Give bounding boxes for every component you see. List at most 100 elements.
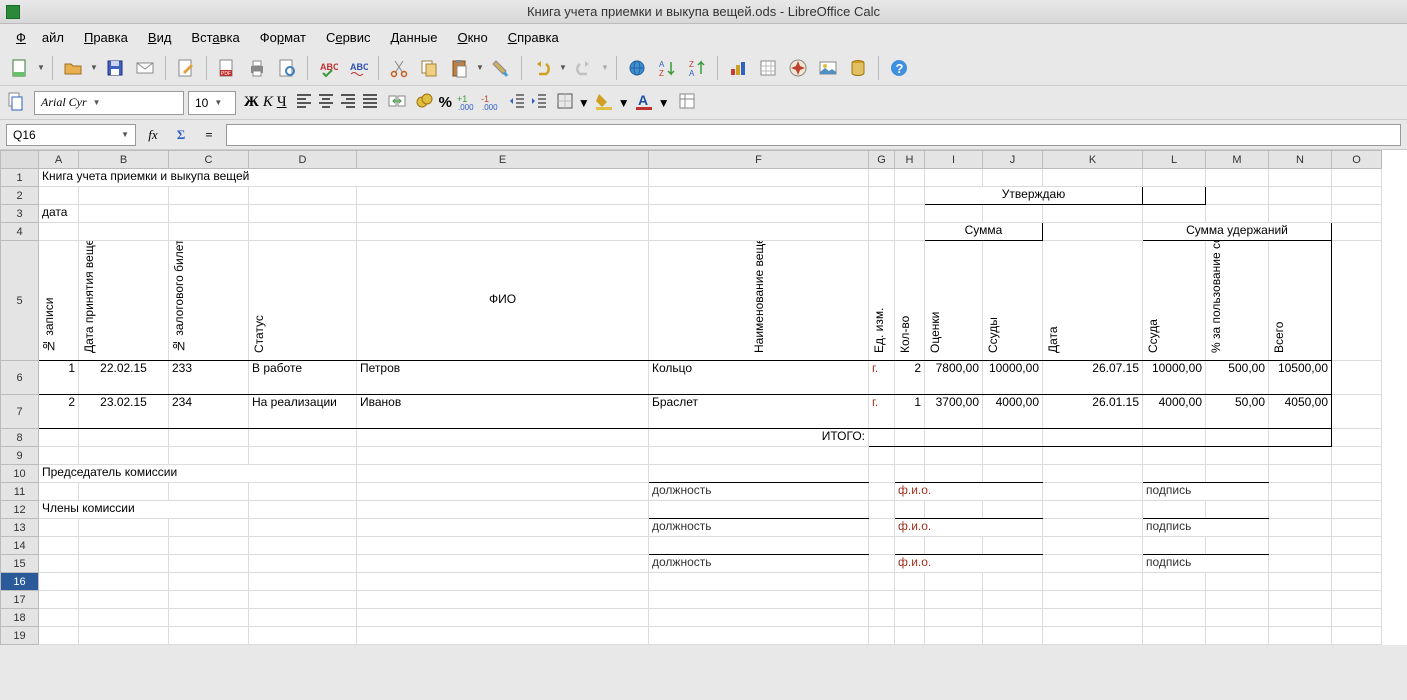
- menu-window[interactable]: Окно: [449, 27, 495, 48]
- cell[interactable]: должность: [649, 555, 869, 573]
- cell[interactable]: ФИО: [357, 241, 649, 361]
- cell[interactable]: ф.и.о.: [895, 555, 1043, 573]
- col-header[interactable]: A: [39, 151, 79, 169]
- align-center-button[interactable]: [317, 92, 335, 113]
- cell[interactable]: подпись: [1143, 519, 1269, 537]
- row-header[interactable]: 16: [1, 573, 39, 591]
- print-button[interactable]: [243, 54, 271, 82]
- row-header[interactable]: 14: [1, 537, 39, 555]
- row-header[interactable]: 11: [1, 483, 39, 501]
- cell[interactable]: должность: [649, 519, 869, 537]
- cell[interactable]: Браслет: [649, 395, 869, 429]
- cell[interactable]: № залогового билета: [172, 241, 186, 353]
- undo-button[interactable]: [528, 54, 556, 82]
- row-header[interactable]: 12: [1, 501, 39, 519]
- col-header[interactable]: K: [1043, 151, 1143, 169]
- styles-button[interactable]: [6, 91, 26, 114]
- borders-dropdown[interactable]: ▼: [578, 96, 590, 110]
- cell[interactable]: Сумма удержаний: [1143, 223, 1332, 241]
- row-header[interactable]: 5: [1, 241, 39, 361]
- decrease-indent-button[interactable]: [508, 92, 526, 113]
- col-header[interactable]: M: [1206, 151, 1269, 169]
- col-header[interactable]: C: [169, 151, 249, 169]
- row-header[interactable]: 7: [1, 395, 39, 429]
- datasources-button[interactable]: [844, 54, 872, 82]
- add-decimal-button[interactable]: +1.000: [456, 91, 476, 114]
- row-header[interactable]: 9: [1, 447, 39, 465]
- col-header[interactable]: J: [983, 151, 1043, 169]
- cell[interactable]: В работе: [249, 361, 357, 395]
- col-header[interactable]: B: [79, 151, 169, 169]
- open-dropdown[interactable]: ▼: [89, 63, 99, 72]
- cell[interactable]: Утверждаю: [925, 187, 1143, 205]
- new-doc-button[interactable]: [6, 54, 34, 82]
- col-header[interactable]: N: [1269, 151, 1332, 169]
- row-header[interactable]: 4: [1, 223, 39, 241]
- col-header[interactable]: H: [895, 151, 925, 169]
- row-header[interactable]: 10: [1, 465, 39, 483]
- cell[interactable]: Оценки: [928, 241, 942, 353]
- menu-help[interactable]: Справка: [500, 27, 567, 48]
- align-justify-button[interactable]: [361, 92, 379, 113]
- cell[interactable]: подпись: [1143, 483, 1269, 501]
- sum-button[interactable]: Σ: [170, 124, 192, 146]
- remove-decimal-button[interactable]: -1.000: [480, 91, 500, 114]
- print-preview-button[interactable]: [273, 54, 301, 82]
- col-header[interactable]: L: [1143, 151, 1206, 169]
- cell[interactable]: Председатель комиссии: [39, 465, 357, 483]
- row-header[interactable]: 15: [1, 555, 39, 573]
- row-header[interactable]: 6: [1, 361, 39, 395]
- save-button[interactable]: [101, 54, 129, 82]
- cell[interactable]: Дата: [1046, 241, 1060, 353]
- bold-button[interactable]: Ж: [244, 94, 259, 111]
- extra-button[interactable]: [678, 92, 696, 113]
- edit-doc-button[interactable]: [172, 54, 200, 82]
- autospell-button[interactable]: ABC: [344, 54, 372, 82]
- cell[interactable]: Дата принятия вещей под залог: [82, 241, 96, 353]
- paste-button[interactable]: [445, 54, 473, 82]
- cell[interactable]: Всего: [1272, 241, 1286, 353]
- col-header[interactable]: O: [1332, 151, 1382, 169]
- sort-asc-button[interactable]: AZ: [653, 54, 681, 82]
- cell[interactable]: Книга учета приемки и выкупа вещей: [39, 169, 649, 187]
- menu-insert[interactable]: Вставка: [183, 27, 247, 48]
- row-header[interactable]: 8: [1, 429, 39, 447]
- menu-tools[interactable]: Сервис: [318, 27, 379, 48]
- cell[interactable]: 3700,00: [925, 395, 983, 429]
- cell[interactable]: 234: [169, 395, 249, 429]
- cell[interactable]: 10000,00: [983, 361, 1043, 395]
- email-button[interactable]: [131, 54, 159, 82]
- fontcolor-dropdown[interactable]: ▼: [658, 96, 670, 110]
- menu-format[interactable]: Формат: [252, 27, 314, 48]
- cell[interactable]: Наименование вещей: [752, 241, 766, 353]
- menu-data[interactable]: Данные: [382, 27, 445, 48]
- row-header[interactable]: 1: [1, 169, 39, 187]
- row-header[interactable]: 2: [1, 187, 39, 205]
- increase-indent-button[interactable]: [530, 92, 548, 113]
- cell[interactable]: % за пользование ссудой: [1209, 241, 1223, 353]
- cell[interactable]: 2: [895, 361, 925, 395]
- cell[interactable]: Статус: [252, 241, 266, 353]
- show-grid-button[interactable]: [754, 54, 782, 82]
- select-all-corner[interactable]: [1, 151, 39, 169]
- cell[interactable]: 4050,00: [1269, 395, 1332, 429]
- sort-desc-button[interactable]: ZA: [683, 54, 711, 82]
- row-header[interactable]: 17: [1, 591, 39, 609]
- cell[interactable]: ф.и.о.: [895, 519, 1043, 537]
- col-header[interactable]: I: [925, 151, 983, 169]
- cell[interactable]: 26.01.15: [1043, 395, 1143, 429]
- cell[interactable]: Ед. изм.: [872, 241, 886, 353]
- cell[interactable]: Ссуды: [986, 241, 1000, 353]
- hyperlink-button[interactable]: [623, 54, 651, 82]
- merge-cells-button[interactable]: [387, 91, 407, 114]
- font-name-select[interactable]: Arial Cyr▼: [34, 91, 184, 115]
- navigator-button[interactable]: [784, 54, 812, 82]
- gallery-button[interactable]: [814, 54, 842, 82]
- formula-input[interactable]: [226, 124, 1401, 146]
- spreadsheet-area[interactable]: ABCDEFGHIJKLMNO 1Книга учета приемки и в…: [0, 150, 1407, 645]
- equals-button[interactable]: =: [198, 124, 220, 146]
- bgcolor-button[interactable]: [594, 91, 614, 114]
- cell[interactable]: Кол-во: [898, 241, 912, 353]
- font-size-select[interactable]: 10▼: [188, 91, 236, 115]
- cell[interactable]: 500,00: [1206, 361, 1269, 395]
